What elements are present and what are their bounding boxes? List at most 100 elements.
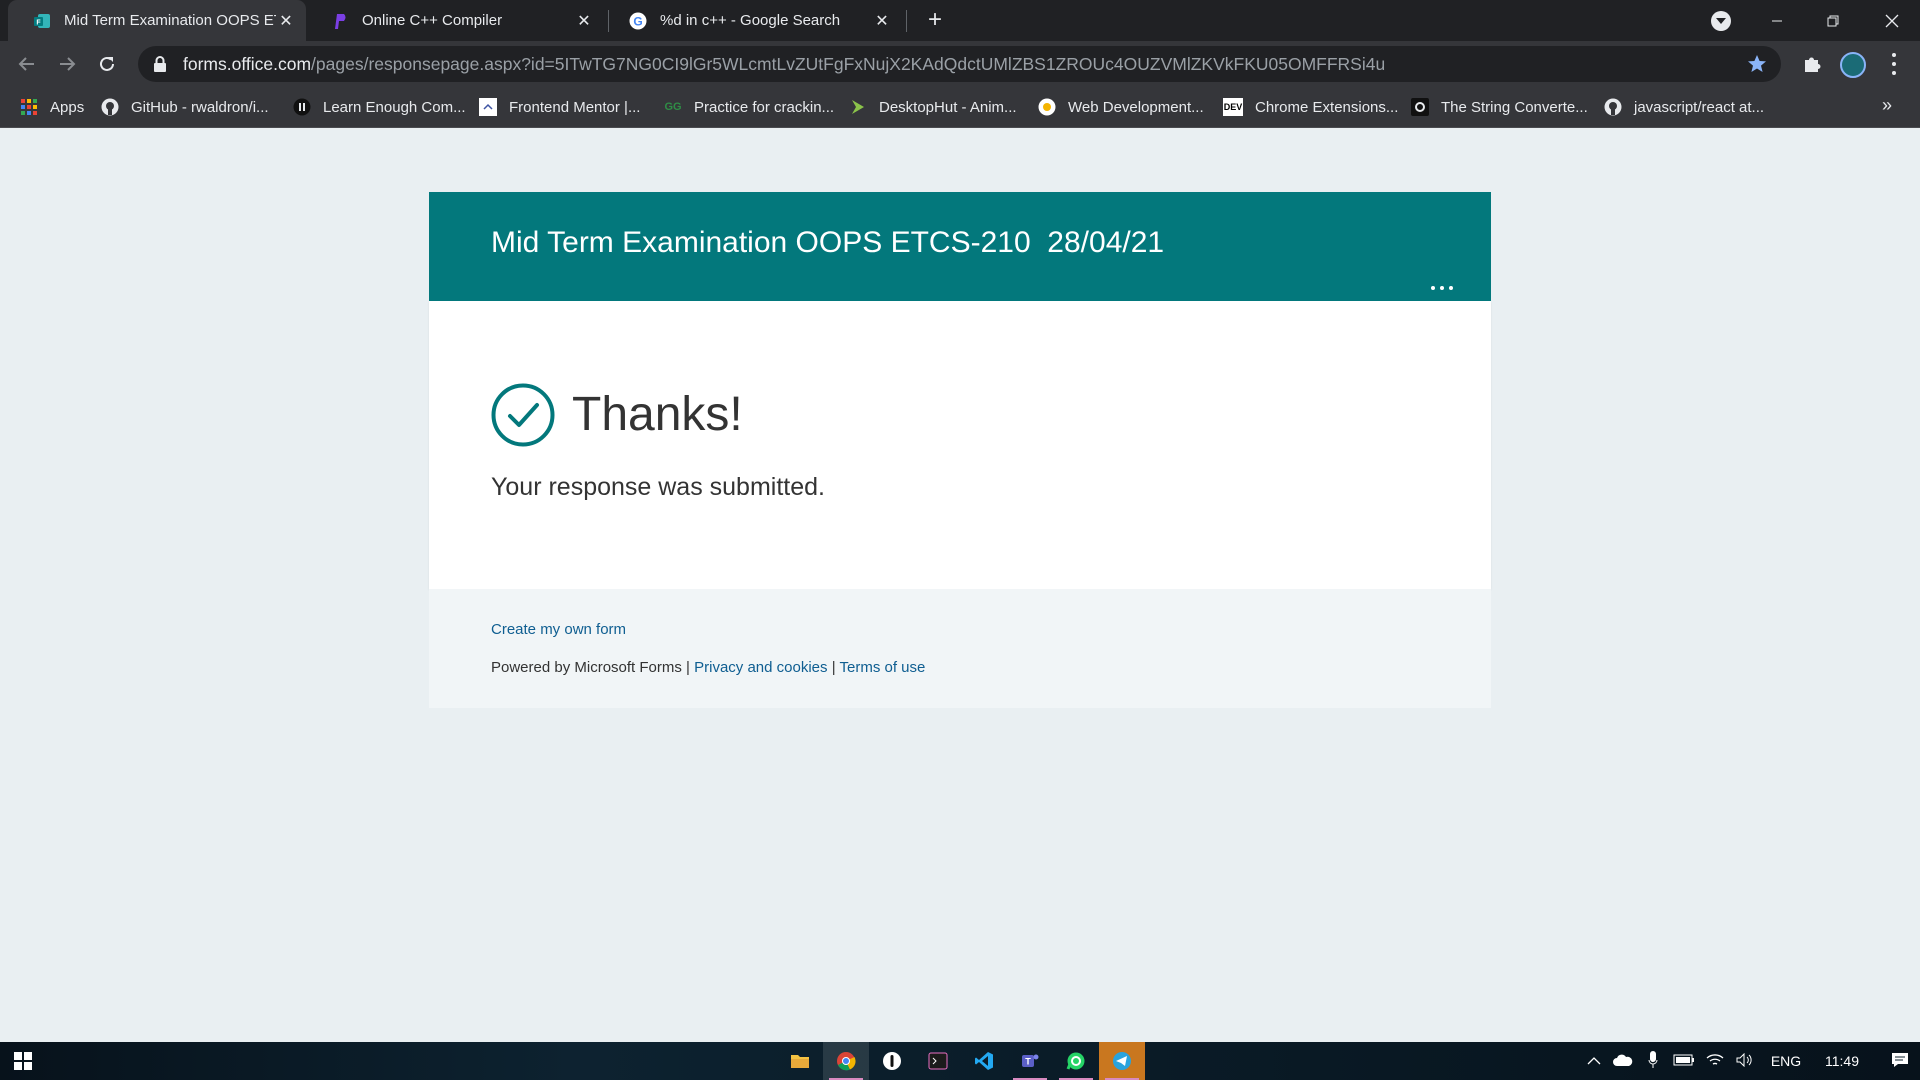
privacy-link[interactable]: Privacy and cookies (694, 659, 827, 676)
address-bar[interactable]: forms.office.com/pages/responsepage.aspx… (138, 46, 1781, 82)
minimize-button[interactable] (1749, 0, 1805, 41)
bookmark-frontend-mentor[interactable]: Frontend Mentor |... (479, 87, 640, 127)
svg-text:F: F (36, 19, 41, 26)
volume-icon[interactable] (1730, 1052, 1760, 1070)
bookmark-practice[interactable]: GG Practice for crackin... (664, 87, 834, 127)
tab-title: Online C++ Compiler (362, 12, 503, 29)
bookmark-apps[interactable]: Apps (20, 87, 84, 127)
tab-divider (906, 10, 907, 32)
thanks-heading: Thanks! (572, 388, 743, 441)
back-button[interactable] (11, 48, 43, 80)
bookmark-desktophut[interactable]: DesktopHut - Anim... (849, 87, 1017, 127)
bookmark-github-rwaldron[interactable]: GitHub - rwaldron/i... (101, 87, 269, 127)
bookmark-label: Frontend Mentor |... (509, 98, 641, 116)
tab-online-compiler[interactable]: Online C++ Compiler ✕ (306, 0, 604, 41)
form-footer: Create my own form Powered by Microsoft … (429, 589, 1491, 708)
windows-logo-icon (14, 1052, 32, 1070)
tab-search-icon[interactable] (1711, 11, 1731, 31)
terminal-icon[interactable] (915, 1042, 961, 1080)
bookmark-label: Learn Enough Com... (323, 98, 466, 116)
bookmarks-bar: Apps GitHub - rwaldron/i... Learn Enough… (0, 87, 1920, 128)
bookmark-label: The String Converte... (1441, 98, 1588, 116)
web-dev-icon (1038, 98, 1056, 116)
svg-text:G: G (633, 14, 642, 28)
microsoft-forms-icon: F (32, 11, 52, 31)
profile-avatar[interactable] (1840, 52, 1866, 78)
whatsapp-icon[interactable] (1053, 1042, 1099, 1080)
close-icon[interactable]: ✕ (276, 11, 296, 31)
bookmark-chrome-extensions[interactable]: DEV Chrome Extensions... (1223, 87, 1398, 127)
restore-button[interactable] (1805, 0, 1861, 41)
teams-icon[interactable]: T (1007, 1042, 1053, 1080)
bookmark-web-development[interactable]: Web Development... (1038, 87, 1204, 127)
file-explorer-icon[interactable] (777, 1042, 823, 1080)
lock-icon (154, 56, 166, 72)
form-header: Mid Term Examination OOPS ETCS-210 28/04… (429, 192, 1491, 301)
vscode-icon[interactable] (961, 1042, 1007, 1080)
url-text: forms.office.com/pages/responsepage.aspx… (183, 54, 1385, 75)
chrome-icon[interactable] (823, 1042, 869, 1080)
bookmark-label: javascript/react at... (1634, 98, 1765, 116)
github-icon (1604, 98, 1622, 116)
reload-button[interactable] (91, 48, 123, 80)
svg-text:T: T (1025, 1057, 1031, 1067)
form-card: Mid Term Examination OOPS ETCS-210 28/04… (429, 192, 1491, 708)
reload-icon (100, 56, 114, 71)
bookmark-string-converter[interactable]: The String Converte... (1411, 87, 1588, 127)
footer-separator: | (827, 659, 840, 676)
form-title: Mid Term Examination OOPS ETCS-210 28/04… (491, 226, 1165, 259)
onedrive-cloud-icon[interactable] (1608, 1053, 1638, 1069)
start-button[interactable] (0, 1042, 46, 1080)
learn-enough-icon (293, 98, 311, 116)
bookmark-label: Apps (50, 98, 85, 116)
forward-button[interactable] (51, 48, 83, 80)
battery-icon[interactable] (1668, 1053, 1700, 1069)
github-icon (101, 98, 119, 116)
check-circle-icon (491, 383, 555, 447)
tab-forms[interactable]: F Mid Term Examination OOPS ETC ✕ (8, 0, 306, 41)
bookmark-label: Practice for crackin... (694, 98, 835, 116)
dev-icon: DEV (1223, 98, 1243, 116)
wifi-icon[interactable] (1700, 1053, 1730, 1070)
tab-title: %d in c++ - Google Search (660, 12, 841, 29)
compiler-logo-icon (330, 11, 350, 31)
microphone-icon[interactable] (1638, 1050, 1668, 1072)
close-window-button[interactable] (1864, 0, 1920, 41)
google-icon: G (628, 11, 648, 31)
bookmark-label: DesktopHut - Anim... (879, 98, 1017, 116)
app-icon[interactable] (869, 1042, 915, 1080)
bookmark-label: GitHub - rwaldron/i... (131, 98, 269, 116)
clock[interactable]: 11:49 (1818, 1053, 1866, 1069)
geeksforgeeks-icon: GG (664, 101, 682, 113)
bookmark-label: Chrome Extensions... (1255, 98, 1399, 116)
tab-google-search[interactable]: G %d in c++ - Google Search ✕ (604, 0, 902, 41)
bookmark-star-icon[interactable] (1747, 54, 1767, 74)
tab-title: Mid Term Examination OOPS ETC (64, 12, 276, 29)
create-form-link[interactable]: Create my own form (491, 621, 626, 638)
url-path: /pages/responsepage.aspx?id=5ITwTG7NG0CI… (311, 53, 1386, 74)
submission-message: Your response was submitted. (491, 473, 825, 501)
close-icon[interactable]: ✕ (872, 11, 892, 31)
telegram-icon[interactable] (1099, 1042, 1145, 1080)
close-icon[interactable]: ✕ (574, 11, 594, 31)
new-tab-button[interactable]: + (922, 8, 948, 34)
notifications-icon[interactable] (1888, 1052, 1912, 1071)
bookmarks-overflow-button[interactable]: » (1882, 95, 1892, 116)
powered-by-line: Powered by Microsoft Forms | Privacy and… (491, 659, 925, 676)
system-tray: ENG 11:49 (1580, 1042, 1912, 1080)
tab-strip: F Mid Term Examination OOPS ETC ✕ Online… (0, 0, 1920, 41)
chevron-up-icon[interactable] (1580, 1053, 1608, 1069)
bookmark-learn-enough[interactable]: Learn Enough Com... (293, 87, 466, 127)
confirmation-panel: Thanks! Your response was submitted. (429, 301, 1491, 589)
more-options-icon[interactable] (1431, 286, 1453, 290)
chrome-menu-icon[interactable] (1884, 53, 1904, 75)
string-converter-icon (1411, 98, 1429, 116)
terms-link[interactable]: Terms of use (840, 659, 926, 676)
browser-toolbar: forms.office.com/pages/responsepage.aspx… (0, 41, 1920, 87)
bookmark-javascript-react[interactable]: javascript/react at... (1604, 87, 1764, 127)
language-indicator[interactable]: ENG (1766, 1053, 1806, 1069)
powered-by-text: Powered by Microsoft Forms | (491, 659, 695, 676)
windows-taskbar: T ENG 11:49 (0, 1042, 1920, 1080)
page-content: Mid Term Examination OOPS ETCS-210 28/04… (0, 128, 1920, 1042)
extensions-puzzle-icon[interactable] (1801, 53, 1823, 75)
